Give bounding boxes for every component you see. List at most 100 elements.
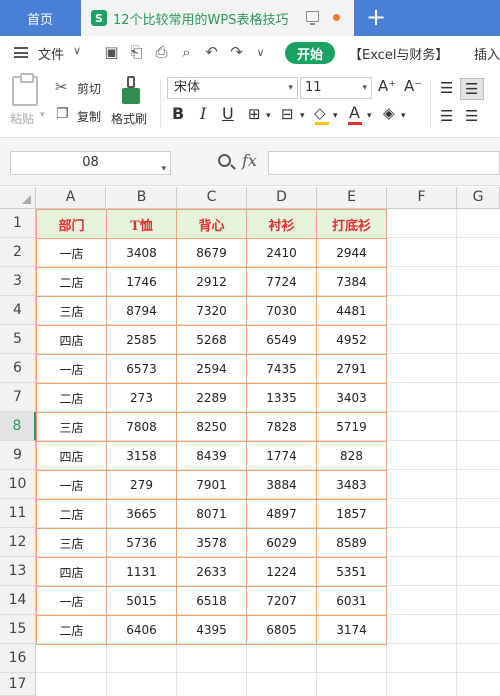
- table-cell[interactable]: 三店: [36, 296, 107, 326]
- redo-icon[interactable]: ↷: [228, 44, 245, 61]
- table-cell[interactable]: 3408: [106, 238, 177, 268]
- row-header[interactable]: 10: [0, 470, 36, 499]
- font-size-select[interactable]: 11 ▾: [300, 77, 372, 99]
- table-cell[interactable]: 3483: [316, 470, 387, 500]
- table-cell[interactable]: 5268: [176, 325, 247, 355]
- start-tab-button[interactable]: 开始: [285, 42, 335, 64]
- table-cell[interactable]: 二店: [36, 267, 107, 297]
- scissors-icon[interactable]: ✂: [55, 78, 68, 96]
- print-preview-icon[interactable]: ⌕: [178, 44, 195, 61]
- table-cell[interactable]: 7808: [106, 412, 177, 442]
- table-cell[interactable]: 6031: [316, 586, 387, 616]
- column-header[interactable]: A: [36, 187, 106, 209]
- undo-icon[interactable]: ↶: [203, 44, 220, 61]
- cut-label[interactable]: 剪切: [77, 80, 101, 97]
- table-cell[interactable]: 三店: [36, 528, 107, 558]
- export-icon[interactable]: ⎗: [128, 44, 145, 61]
- table-cell[interactable]: 3665: [106, 499, 177, 529]
- table-cell[interactable]: 2791: [316, 354, 387, 384]
- row-header[interactable]: 13: [0, 557, 36, 586]
- font-color-chevron-icon[interactable]: ▾: [367, 106, 372, 126]
- fill-chevron-icon[interactable]: ▾: [333, 106, 338, 126]
- table-cell[interactable]: 7828: [246, 412, 317, 442]
- table-cell[interactable]: 8071: [176, 499, 247, 529]
- row-header[interactable]: 3: [0, 267, 36, 296]
- tab-home[interactable]: 首页: [0, 0, 80, 36]
- table-cell[interactable]: 6549: [246, 325, 317, 355]
- table-cell[interactable]: 1774: [246, 441, 317, 471]
- table-cell[interactable]: 7384: [316, 267, 387, 297]
- table-cell[interactable]: 3578: [176, 528, 247, 558]
- merge-chevron-icon[interactable]: ▾: [300, 106, 305, 126]
- italic-button[interactable]: I: [200, 104, 206, 124]
- table-cell[interactable]: 2944: [316, 238, 387, 268]
- row-header[interactable]: 14: [0, 586, 36, 615]
- align-middle-button[interactable]: ☰: [460, 78, 484, 100]
- row-header[interactable]: 17: [0, 673, 36, 696]
- row-header[interactable]: 4: [0, 296, 36, 325]
- row-header[interactable]: 12: [0, 528, 36, 557]
- table-cell[interactable]: 二店: [36, 615, 107, 645]
- table-cell[interactable]: 4395: [176, 615, 247, 645]
- underline-button[interactable]: U: [222, 104, 234, 124]
- font-name-select[interactable]: 宋体 ▾: [167, 77, 298, 99]
- name-box[interactable]: 08 ▾: [10, 151, 171, 175]
- font-color-icon[interactable]: A: [349, 103, 360, 123]
- row-header[interactable]: 5: [0, 325, 36, 354]
- table-cell[interactable]: 一店: [36, 238, 107, 268]
- shrink-font-icon[interactable]: A⁻: [404, 76, 422, 96]
- header-cell[interactable]: 背心: [176, 209, 247, 239]
- table-cell[interactable]: 1224: [246, 557, 317, 587]
- table-cell[interactable]: 828: [316, 441, 387, 471]
- table-cell[interactable]: 8250: [176, 412, 247, 442]
- excel-finance-tab[interactable]: 【Excel与财务】: [349, 44, 448, 63]
- table-cell[interactable]: 3174: [316, 615, 387, 645]
- table-cell[interactable]: 3158: [106, 441, 177, 471]
- header-cell[interactable]: 打底衫: [316, 209, 387, 239]
- insert-tab[interactable]: 插入: [474, 44, 500, 63]
- table-cell[interactable]: 4481: [316, 296, 387, 326]
- table-cell[interactable]: 7207: [246, 586, 317, 616]
- chevron-down-icon[interactable]: ∨: [73, 44, 81, 57]
- table-cell[interactable]: 8439: [176, 441, 247, 471]
- row-header[interactable]: 15: [0, 615, 36, 644]
- row-header[interactable]: 6: [0, 354, 36, 383]
- table-cell[interactable]: 7435: [246, 354, 317, 384]
- align-top-icon[interactable]: ☰: [440, 78, 453, 98]
- fx-icon[interactable]: fx: [242, 151, 257, 170]
- row-header[interactable]: 1: [0, 209, 36, 238]
- table-cell[interactable]: 5015: [106, 586, 177, 616]
- row-header[interactable]: 16: [0, 644, 36, 673]
- copy-label[interactable]: 复制: [77, 108, 101, 125]
- align-left-icon[interactable]: ☰: [440, 106, 453, 126]
- new-tab-plus-icon[interactable]: +: [366, 3, 386, 31]
- table-cell[interactable]: 1746: [106, 267, 177, 297]
- format-painter-label[interactable]: 格式刷: [111, 110, 147, 127]
- table-cell[interactable]: 1131: [106, 557, 177, 587]
- table-cell[interactable]: 6406: [106, 615, 177, 645]
- header-cell[interactable]: 衬衫: [246, 209, 317, 239]
- row-header[interactable]: 7: [0, 383, 36, 412]
- border-chevron-icon[interactable]: ▾: [266, 106, 271, 126]
- column-header[interactable]: F: [387, 187, 457, 209]
- table-cell[interactable]: 三店: [36, 412, 107, 442]
- print-icon[interactable]: ⎙: [153, 44, 170, 61]
- table-cell[interactable]: 1857: [316, 499, 387, 529]
- table-cell[interactable]: 2633: [176, 557, 247, 587]
- table-cell[interactable]: 5719: [316, 412, 387, 442]
- border-icon[interactable]: ⊞: [248, 104, 261, 124]
- row-header[interactable]: 11: [0, 499, 36, 528]
- table-cell[interactable]: 一店: [36, 354, 107, 384]
- save-icon[interactable]: ▣: [103, 44, 120, 61]
- table-cell[interactable]: 8679: [176, 238, 247, 268]
- formula-input[interactable]: [268, 151, 500, 175]
- table-cell[interactable]: 7030: [246, 296, 317, 326]
- select-all-corner[interactable]: [0, 187, 36, 209]
- table-cell[interactable]: 2594: [176, 354, 247, 384]
- table-cell[interactable]: 7724: [246, 267, 317, 297]
- table-cell[interactable]: 二店: [36, 499, 107, 529]
- table-cell[interactable]: 5736: [106, 528, 177, 558]
- copy-icon[interactable]: ❐: [56, 106, 69, 122]
- header-cell[interactable]: 部门: [36, 209, 107, 239]
- table-cell[interactable]: 1335: [246, 383, 317, 413]
